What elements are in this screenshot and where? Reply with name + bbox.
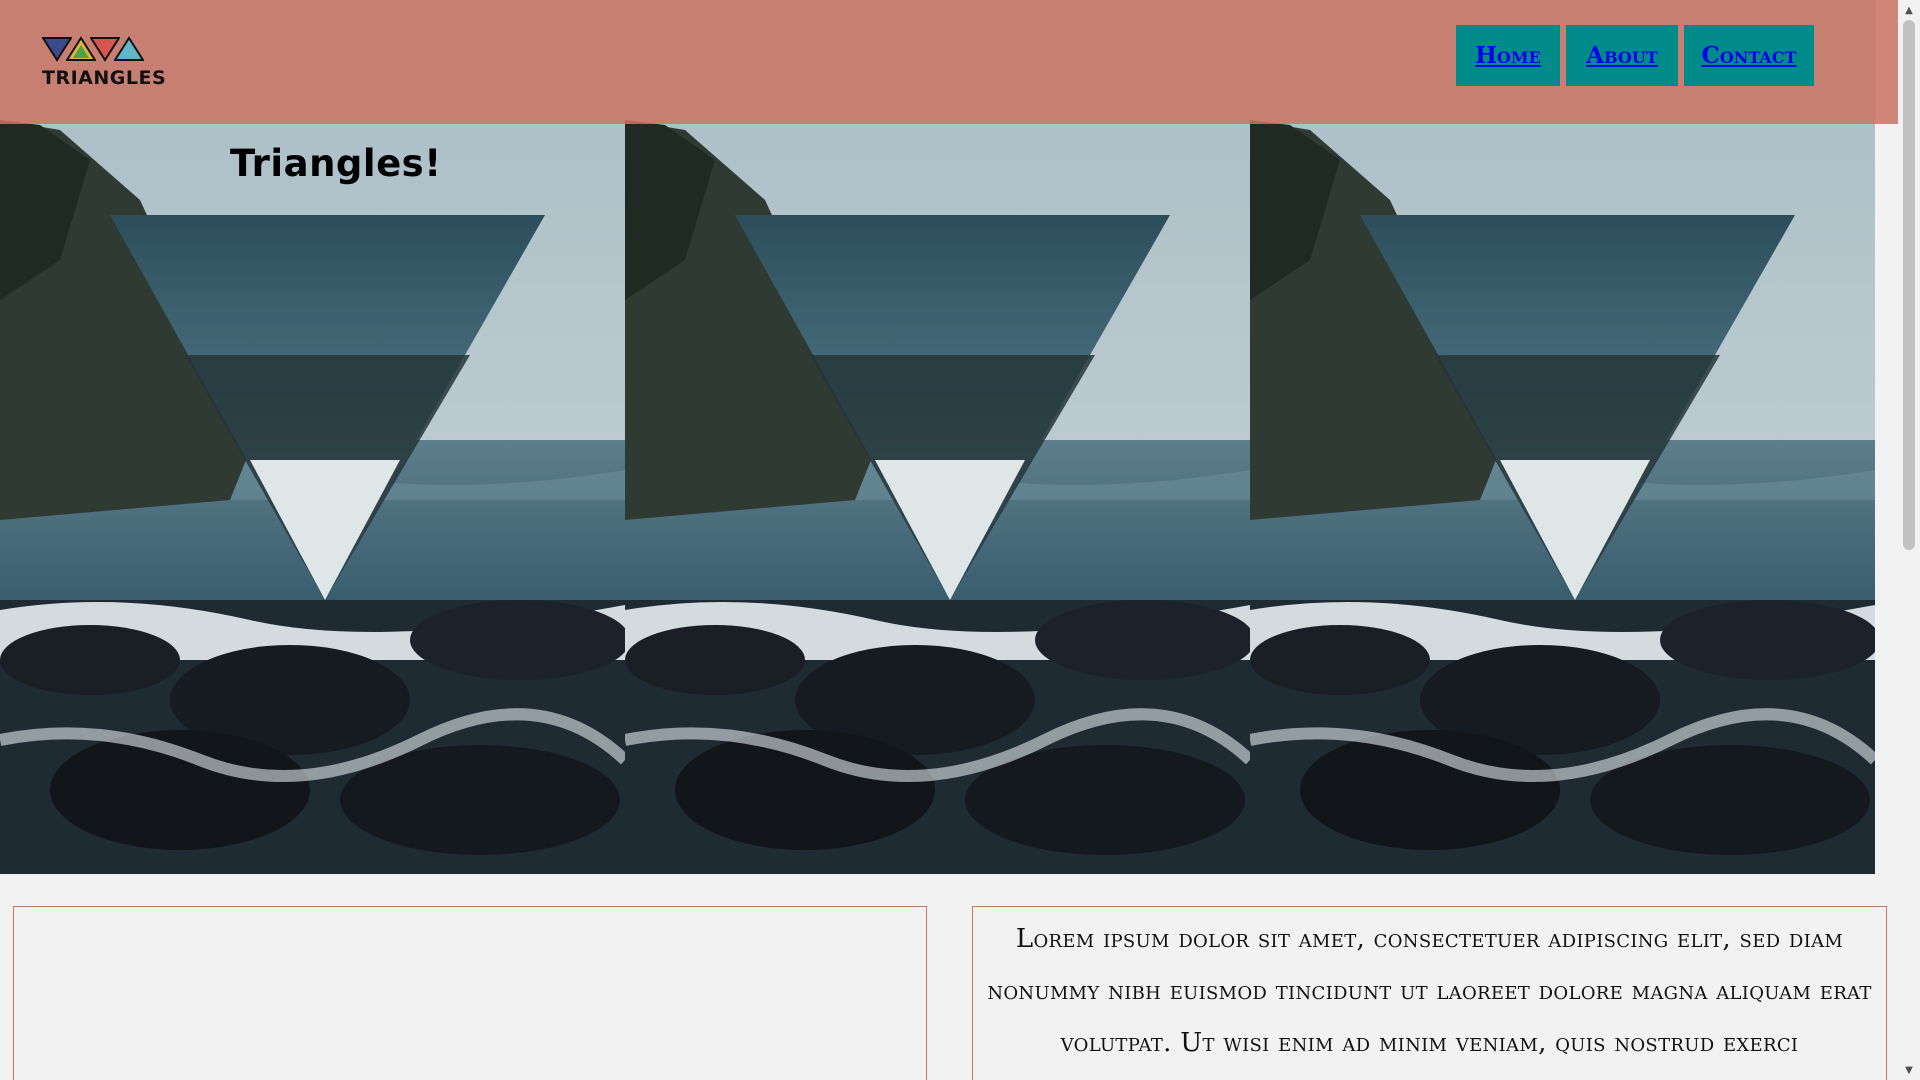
nav-home-button[interactable]: Home: [1456, 25, 1560, 86]
scroll-up-arrow-icon[interactable]: ▲: [1898, 0, 1920, 20]
hero-background: [0, 0, 1898, 874]
site-logo[interactable]: TRIANGLES: [42, 36, 167, 90]
triangles-logo-icon: [42, 36, 160, 66]
main-nav: Home About Contact: [1456, 25, 1814, 86]
scrollbar-thumb[interactable]: [1903, 20, 1915, 550]
nav-about-button[interactable]: About: [1566, 25, 1678, 86]
site-header: TRIANGLES Home About Contact: [0, 0, 1898, 124]
hero-image-tile: [1250, 0, 1875, 874]
lorem-paragraph: Lorem ipsum dolor sit amet, consectetuer…: [987, 924, 1872, 1058]
hero-title: Triangles!: [230, 142, 442, 185]
hero-image-tile: [0, 0, 625, 874]
page-scrollbar[interactable]: ▲ ▼: [1898, 0, 1920, 1080]
hero-image-tile: [625, 0, 1250, 874]
content-left-panel: [13, 906, 927, 1080]
scroll-down-arrow-icon[interactable]: ▼: [1898, 1060, 1920, 1080]
logo-text: TRIANGLES: [42, 67, 167, 89]
nav-contact-button[interactable]: Contact: [1684, 25, 1814, 86]
content-right-panel: Lorem ipsum dolor sit amet, consectetuer…: [972, 906, 1887, 1080]
